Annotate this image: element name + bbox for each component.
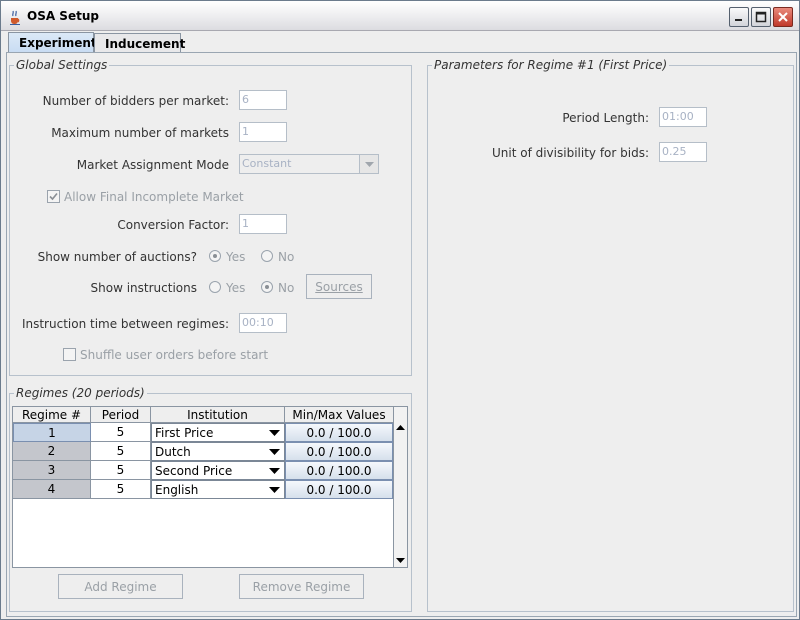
conversion-label: Conversion Factor: <box>117 218 229 232</box>
show-instructions-yes-label: Yes <box>226 281 246 295</box>
table-row-period[interactable]: 5 <box>91 442 151 461</box>
table-row-period[interactable]: 5 <box>91 480 151 499</box>
institution-select[interactable]: English <box>151 480 285 499</box>
allow-final-checkbox[interactable] <box>47 190 60 203</box>
show-auctions-yes-label: Yes <box>226 250 246 264</box>
show-instructions-no-label: No <box>278 281 295 295</box>
scroll-down-icon[interactable] <box>394 553 407 567</box>
window-title: OSA Setup <box>27 9 99 23</box>
table-row-regime[interactable]: 4 <box>13 480 91 499</box>
divisibility-field[interactable]: 0.25 <box>659 142 707 162</box>
minmax-button[interactable]: 0.0 / 100.0 <box>285 461 393 480</box>
java-cup-icon <box>10 10 20 25</box>
institution-value: First Price <box>155 426 214 440</box>
institution-value: English <box>155 483 199 497</box>
minmax-button[interactable]: 0.0 / 100.0 <box>285 442 393 461</box>
dropdown-button[interactable] <box>359 155 378 173</box>
max-markets-field[interactable]: 1 <box>239 122 287 142</box>
institution-select[interactable]: Second Price <box>151 461 285 480</box>
checkmark-icon <box>49 192 58 201</box>
show-auctions-no-radio[interactable] <box>261 250 273 262</box>
chevron-down-icon <box>269 449 280 455</box>
shuffle-label: Shuffle user orders before start <box>80 348 269 362</box>
dropdown-button[interactable] <box>265 462 284 479</box>
column-header-minmax[interactable]: Min/Max Values <box>285 407 393 423</box>
institution-select[interactable]: First Price <box>151 423 285 442</box>
tab-label: Experiment <box>19 36 97 50</box>
column-header-regime[interactable]: Regime # <box>13 407 91 423</box>
show-instructions-yes-radio[interactable] <box>209 281 221 293</box>
assignment-mode-label: Market Assignment Mode <box>76 158 229 172</box>
tab-inducement[interactable]: Inducement <box>94 33 185 54</box>
sources-button[interactable]: Sources <box>306 274 372 299</box>
shuffle-checkbox[interactable] <box>63 348 76 361</box>
show-instructions-label: Show instructions <box>90 281 197 295</box>
close-button[interactable] <box>773 7 793 27</box>
maximize-icon <box>755 11 767 23</box>
chevron-down-icon <box>365 162 374 167</box>
period-length-label: Period Length: <box>562 111 649 125</box>
remove-regime-label: Remove Regime <box>252 580 351 594</box>
tab-experiment[interactable]: Experiment <box>8 32 97 54</box>
conversion-field[interactable]: 1 <box>239 214 287 234</box>
assignment-mode-select[interactable]: Constant <box>239 154 379 174</box>
tab-label: Inducement <box>105 37 186 51</box>
add-regime-button[interactable]: Add Regime <box>58 574 183 599</box>
main-window: OSA Setup Experiment Inducement Global S… <box>0 0 800 620</box>
column-header-institution[interactable]: Institution <box>151 407 285 423</box>
title-bar[interactable]: OSA Setup <box>1 1 799 31</box>
chevron-down-icon <box>269 468 280 474</box>
dropdown-button[interactable] <box>265 424 284 441</box>
table-row-period[interactable]: 5 <box>91 461 151 480</box>
remove-regime-button[interactable]: Remove Regime <box>239 574 364 599</box>
show-instructions-no-radio[interactable] <box>261 281 273 293</box>
sources-button-label: Sources <box>315 280 363 294</box>
minimize-icon <box>735 19 742 21</box>
group-legend: Parameters for Regime #1 (First Price) <box>432 58 670 72</box>
bidders-label: Number of bidders per market: <box>42 94 229 108</box>
group-legend: Regimes (20 periods) <box>14 386 147 400</box>
chevron-down-icon <box>269 487 280 493</box>
institution-value: Second Price <box>155 464 233 478</box>
divisibility-label: Unit of divisibility for bids: <box>491 146 649 160</box>
dropdown-button[interactable] <box>265 443 284 460</box>
minmax-button[interactable]: 0.0 / 100.0 <box>285 423 393 442</box>
show-auctions-label: Show number of auctions? <box>37 250 197 264</box>
table-row-regime[interactable]: 3 <box>13 461 91 480</box>
show-auctions-no-label: No <box>278 250 295 264</box>
institution-value: Dutch <box>155 445 191 459</box>
chevron-down-icon <box>269 430 280 436</box>
allow-final-label: Allow Final Incomplete Market <box>64 190 244 204</box>
table-row-period[interactable]: 5 <box>91 423 151 442</box>
add-regime-label: Add Regime <box>84 580 157 594</box>
regimes-table[interactable]: Regime # Period Institution Min/Max Valu… <box>12 406 394 568</box>
close-icon <box>778 12 788 22</box>
table-row-regime[interactable]: 1 <box>13 423 91 442</box>
instruction-time-field[interactable]: 00:10 <box>239 313 287 333</box>
minmax-button[interactable]: 0.0 / 100.0 <box>285 480 393 499</box>
minimize-button[interactable] <box>729 7 749 27</box>
group-legend: Global Settings <box>14 58 110 72</box>
dropdown-button[interactable] <box>265 481 284 498</box>
column-header-period[interactable]: Period <box>91 407 151 423</box>
table-scrollbar[interactable] <box>393 406 408 568</box>
maximize-button[interactable] <box>751 7 771 27</box>
institution-select[interactable]: Dutch <box>151 442 285 461</box>
period-length-field[interactable]: 01:00 <box>659 107 707 127</box>
show-auctions-yes-radio[interactable] <box>209 250 221 262</box>
max-markets-label: Maximum number of markets <box>51 126 229 140</box>
assignment-mode-value: Constant <box>242 157 292 170</box>
bidders-field[interactable]: 6 <box>239 90 287 110</box>
instruction-time-label: Instruction time between regimes: <box>21 317 229 331</box>
table-row-regime[interactable]: 2 <box>13 442 91 461</box>
scroll-up-icon[interactable] <box>394 421 407 435</box>
